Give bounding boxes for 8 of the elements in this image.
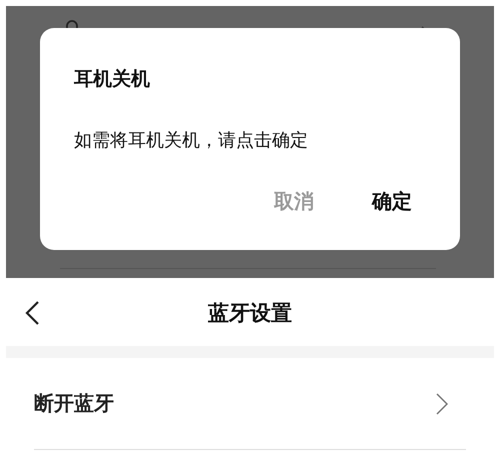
settings-item[interactable]: 断开蓝牙 xyxy=(34,358,466,450)
page-title: 蓝牙设置 xyxy=(208,300,292,327)
chevron-right-icon xyxy=(436,392,448,414)
confirm-button[interactable]: 确定 xyxy=(358,182,426,221)
dialog-message: 如需将耳机关机，请点击确定 xyxy=(74,129,309,152)
back-icon[interactable] xyxy=(24,300,40,326)
dialog-title: 耳机关机 xyxy=(74,67,151,92)
item-label: 断开蓝牙 xyxy=(34,390,114,417)
